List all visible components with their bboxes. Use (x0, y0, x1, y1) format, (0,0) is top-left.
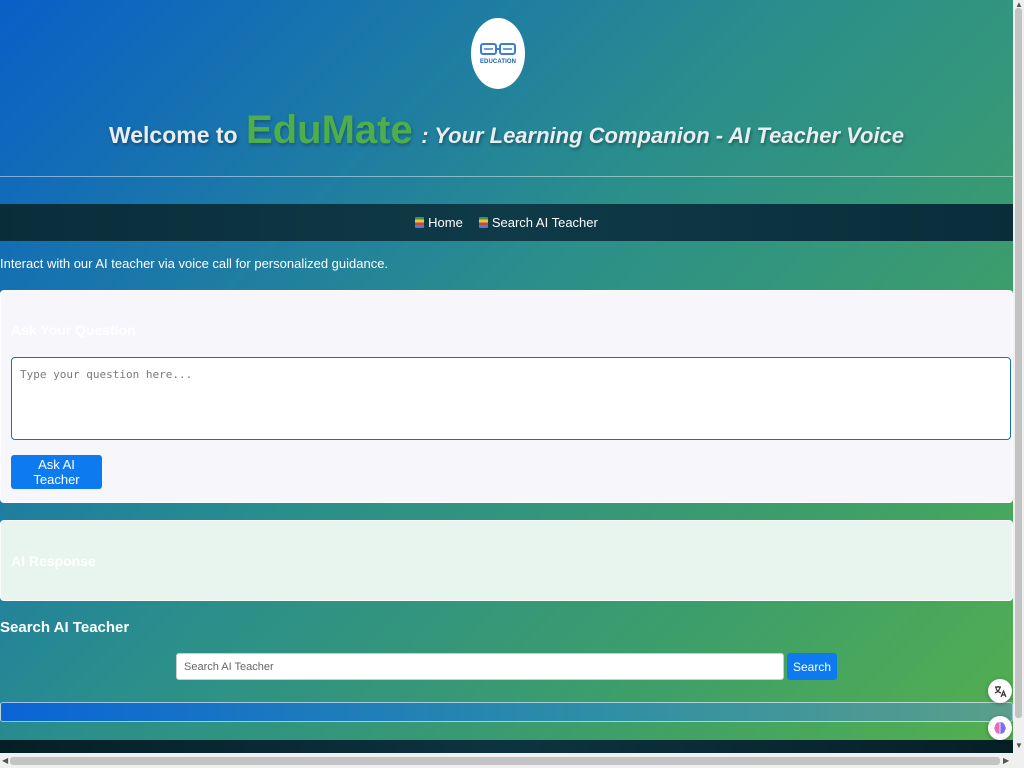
vertical-scrollbar[interactable]: ▲ ▼ (1013, 0, 1024, 753)
ask-card-title: Ask Your Question (11, 322, 136, 338)
brain-icon[interactable] (988, 716, 1012, 740)
page-title: Welcome to EduMate : Your Learning Compa… (0, 108, 1013, 153)
header-divider (0, 176, 1013, 177)
footer (0, 740, 1013, 753)
title-welcome: Welcome to (108, 122, 238, 148)
nav-item-search-ai-teacher[interactable]: Search AI Teacher (478, 215, 598, 230)
search-input[interactable] (176, 653, 784, 680)
ai-response-card: AI Response (0, 520, 1013, 601)
scroll-left-icon[interactable]: ◀ (2, 757, 8, 765)
ask-ai-teacher-button[interactable]: Ask AI Teacher (11, 455, 102, 489)
search-heading: Search AI Teacher (0, 619, 130, 636)
question-input[interactable] (11, 357, 1011, 440)
intro-text: Interact with our AI teacher via voice c… (0, 256, 389, 271)
page-viewport: EDUCATION Welcome to EduMate : Your Lear… (0, 0, 1013, 753)
header: EDUCATION Welcome to EduMate : Your Lear… (0, 0, 1013, 205)
books-icon (478, 217, 488, 228)
scroll-right-icon[interactable]: ▶ (1003, 757, 1009, 765)
brand-name: EduMate (246, 108, 413, 152)
books-icon (415, 217, 425, 228)
nav-item-home[interactable]: Home (415, 215, 463, 230)
progress-bar (0, 702, 1013, 722)
scrollbar-corner (1013, 753, 1024, 768)
search-button[interactable]: Search (787, 653, 837, 680)
nav-item-label: Home (428, 215, 463, 230)
horizontal-scrollbar[interactable]: ◀ ▶ (0, 753, 1013, 768)
horizontal-scroll-thumb[interactable] (10, 757, 1000, 765)
ask-question-card: Ask Your Question Ask AI Teacher (0, 290, 1013, 503)
navbar: Home Search AI Teacher (0, 204, 1013, 241)
education-logo: EDUCATION (471, 18, 525, 89)
logo-text: EDUCATION (479, 59, 517, 65)
open-book-icon (480, 43, 516, 55)
nav-item-label: Search AI Teacher (491, 215, 598, 230)
response-card-title: AI Response (11, 553, 96, 569)
title-tagline: : Your Learning Companion - AI Teacher V… (421, 123, 905, 148)
translate-icon[interactable] (988, 679, 1012, 703)
vertical-scroll-thumb[interactable] (1015, 8, 1022, 718)
scroll-down-icon[interactable]: ▼ (1015, 742, 1023, 750)
